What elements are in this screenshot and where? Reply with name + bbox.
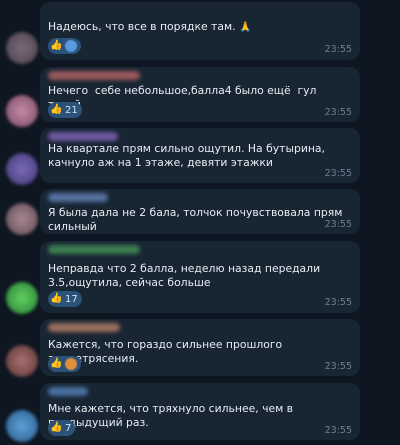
sender-name[interactable] xyxy=(48,387,88,396)
message-bubble[interactable]: Мне кажется, что тряхнуло сильнее, чем в… xyxy=(40,383,360,440)
thumbs-up-icon: 👍 xyxy=(50,104,63,115)
message-time: 23:55 xyxy=(324,219,352,230)
sender-name[interactable] xyxy=(48,193,108,202)
message-bubble[interactable]: Я была дала не 2 бала, толчок почувствов… xyxy=(40,189,360,234)
message-time: 23:55 xyxy=(324,168,352,179)
message-time: 23:55 xyxy=(324,107,352,118)
sender-name[interactable] xyxy=(48,71,140,80)
message-bubble[interactable]: Нечего себе небольшое,балла4 было ещё гу… xyxy=(40,67,360,122)
message-text: Надеюсь, что все в порядке там. 🙏 xyxy=(48,20,252,33)
thumbs-up-icon: 👍 xyxy=(50,293,63,304)
sender-name[interactable] xyxy=(48,132,118,141)
message-text: Неправда что 2 балла, неделю назад перед… xyxy=(48,262,324,289)
reaction-button[interactable]: 👍 7 xyxy=(48,420,76,436)
avatar[interactable] xyxy=(6,345,38,377)
avatar[interactable] xyxy=(6,282,38,314)
pray-emoji: 🙏 xyxy=(238,22,252,33)
reaction-button[interactable]: 👍 xyxy=(48,356,81,372)
thumbs-up-icon: 👍 xyxy=(50,422,63,433)
reaction-count: 21 xyxy=(65,104,78,116)
message-text: Я была дала не 2 бала, толчок почувствов… xyxy=(48,206,346,233)
reaction-button[interactable]: 👍 17 xyxy=(48,291,82,307)
message-text: Кажется, что гораздо сильнее прошлого зе… xyxy=(48,338,286,365)
sender-name[interactable] xyxy=(48,323,120,332)
message-time: 23:55 xyxy=(324,44,352,55)
message-bubble[interactable]: Надеюсь, что все в порядке там. 🙏 👍 23:5… xyxy=(40,2,360,60)
reaction-button[interactable]: 👍 xyxy=(48,38,81,54)
avatar[interactable] xyxy=(6,32,38,64)
sender-name[interactable] xyxy=(48,245,140,254)
message-text: Нечего себе небольшое,балла4 было ещё гу… xyxy=(48,84,317,111)
reaction-count: 17 xyxy=(65,293,78,305)
message-text: На квартале прям сильно ощутил. На бутыр… xyxy=(48,142,329,169)
message-bubble[interactable]: Неправда что 2 балла, неделю назад перед… xyxy=(40,241,360,313)
message-text: Мне кажется, что тряхнуло сильнее, чем в… xyxy=(48,402,297,429)
avatar[interactable] xyxy=(6,95,38,127)
thumbs-up-icon: 👍 xyxy=(50,358,63,369)
reaction-button[interactable]: 👍 21 xyxy=(48,102,82,118)
message-bubble[interactable]: На квартале прям сильно ощутил. На бутыр… xyxy=(40,128,360,183)
avatar[interactable] xyxy=(6,203,38,235)
message-time: 23:55 xyxy=(324,425,352,436)
message-bubble[interactable]: Кажется, что гораздо сильнее прошлого зе… xyxy=(40,319,360,376)
reactor-avatar xyxy=(65,358,77,370)
message-time: 23:55 xyxy=(324,297,352,308)
reaction-count: 7 xyxy=(65,422,72,434)
reactor-avatar xyxy=(65,40,77,52)
avatar[interactable] xyxy=(6,410,38,442)
thumbs-up-icon: 👍 xyxy=(50,40,63,51)
message-time: 23:55 xyxy=(324,361,352,372)
avatar[interactable] xyxy=(6,153,38,185)
